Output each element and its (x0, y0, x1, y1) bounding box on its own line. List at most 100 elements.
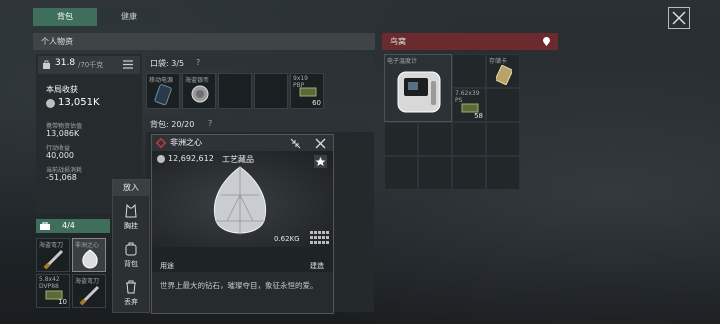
nest-empty-slot[interactable] (486, 88, 520, 122)
item-category: 工艺藏品 (222, 155, 254, 164)
round-income-value: 13,051K (58, 97, 100, 108)
ammo-count: 10 (58, 298, 67, 306)
backpack-help-icon[interactable]: ? (208, 119, 212, 128)
backpack-icon (125, 242, 137, 256)
vest-icon (125, 204, 137, 218)
nest-empty-slot[interactable] (452, 54, 486, 88)
collapse-icon[interactable] (290, 138, 301, 149)
safebox-slot-1[interactable]: 海盗弯刀 (36, 238, 70, 272)
pocket-slot-5[interactable]: 9x19 PBP 60 (290, 73, 324, 109)
menu-item-label: 丢弃 (124, 298, 138, 306)
pocket-help-icon[interactable]: ? (196, 58, 200, 67)
tab-health[interactable]: 健康 (97, 8, 161, 26)
size-grid-icon (310, 231, 329, 244)
usage-label: 用途 (160, 262, 174, 270)
nest-empty-slot[interactable] (452, 156, 486, 190)
action-income: 40,000 (46, 151, 74, 160)
round-income: 13,051K (46, 97, 136, 112)
menu-item-label: 胸挂 (124, 222, 138, 230)
item-weight: 0.62KG (274, 235, 300, 243)
nest-empty-slot[interactable] (486, 122, 520, 156)
item-detail-popup: 非洲之心 12,692,612 工艺藏品 0.62KG 用途 建造 世界上最大的… (151, 134, 334, 314)
menu-item-vest[interactable]: 胸挂 (113, 204, 149, 234)
nest-empty-slot[interactable] (384, 156, 418, 190)
nest-item-thermometer[interactable]: 电子温度计 (384, 54, 452, 122)
rarity-diamond-icon (156, 138, 166, 148)
carried-value: 13,086K (46, 129, 80, 138)
safebox-slot-4[interactable]: 海盗弯刀 (72, 274, 106, 308)
pocket-header: 口袋: 3/5 ? (146, 56, 374, 70)
nest-empty-slot[interactable] (384, 122, 418, 156)
nest-header: 鸟窝 (382, 33, 558, 50)
item-label: 移动电源 (149, 77, 174, 84)
power-bank-icon (154, 84, 172, 106)
safebox-count: 4/4 (62, 221, 75, 230)
ammo-sub: DVP88 (39, 283, 59, 290)
context-menu: 放入 胸挂 背包 丢弃 (112, 179, 150, 313)
nest-item-ammo[interactable]: 7.62x39 PS 58 (452, 88, 486, 122)
nest-empty-slot[interactable] (452, 122, 486, 156)
list-icon[interactable] (123, 60, 133, 69)
item-label: 电子温度计 (387, 58, 418, 65)
pocket-slot-3[interactable] (218, 73, 252, 109)
pocket-slot-1[interactable]: 移动电源 (146, 73, 180, 109)
nest-empty-slot[interactable] (418, 156, 452, 190)
silver-coin-icon (191, 85, 209, 103)
close-button[interactable] (668, 7, 690, 29)
backpack-header: 背包: 20/20 ? (146, 117, 374, 131)
ammo-label: 7.62x39 (455, 90, 480, 97)
ammo-label: 5.8x42 (39, 276, 60, 283)
pocket-label: 口袋: 3/5 (150, 59, 185, 68)
nest-empty-slot[interactable] (486, 156, 520, 190)
weight-bar: 31.8 /70千克 (38, 56, 140, 74)
diamond-icon (213, 166, 267, 235)
round-income-label: 本局收获 (46, 85, 78, 94)
nest-empty-slot[interactable] (418, 122, 452, 156)
item-label: 海盗银币 (185, 77, 210, 84)
item-description: 世界上最大的钻石，璀璨夺目，象征永恒的爱。 (160, 281, 318, 290)
trash-icon (126, 280, 136, 294)
nest-item-memory-card[interactable]: 存储卡 (486, 54, 520, 88)
diamond-icon (82, 249, 98, 269)
close-icon[interactable] (315, 138, 326, 149)
current-cost: -51,068 (46, 173, 77, 182)
safebox-slot-3[interactable]: 5.8x42 DVP88 10 (36, 274, 70, 308)
item-description-box: 世界上最大的钻石，璀璨夺目，象征永恒的爱。 (152, 272, 333, 313)
pocket-slot-4[interactable] (254, 73, 288, 109)
coin-icon (157, 155, 165, 163)
ammo-label: 9x19 (293, 75, 309, 82)
star-icon (315, 157, 326, 166)
menu-item-label: 背包 (124, 260, 138, 268)
item-value: 12,692,612 (168, 154, 214, 163)
tab-backpack[interactable]: 背包 (33, 8, 97, 26)
favorite-button[interactable] (314, 155, 327, 168)
safebox-header: 4/4 (36, 219, 110, 233)
menu-item-discard[interactable]: 丢弃 (113, 280, 149, 310)
personal-title: 个人物资 (41, 37, 73, 46)
ammo-count: 58 (474, 112, 483, 120)
menu-item-backpack[interactable]: 背包 (113, 242, 149, 272)
context-menu-title: 放入 (113, 180, 149, 196)
weight-value: 31.8 (55, 58, 76, 68)
item-label: 存储卡 (489, 58, 508, 65)
item-name: 非洲之心 (170, 138, 202, 147)
usage-value: 建造 (310, 262, 324, 270)
nest-title: 鸟窝 (390, 37, 406, 46)
safebox-slot-2[interactable]: 非洲之心 (72, 238, 106, 272)
nest-grid: 电子温度计 存储卡 7.62x39 PS 58 (384, 54, 520, 190)
cutlass-icon (79, 285, 100, 306)
item-detail-header: 非洲之心 (152, 135, 333, 151)
ammo-box-icon (299, 87, 317, 97)
memory-card-icon (496, 65, 512, 85)
weight-max: /70千克 (78, 61, 104, 69)
pocket-slot-2[interactable]: 海盗银币 (182, 73, 216, 109)
backpack-label: 背包: 20/20 (150, 120, 195, 129)
thermometer-device-icon (397, 71, 441, 113)
ammo-count: 60 (312, 99, 321, 107)
coin-icon (46, 99, 55, 108)
item-image-area: 12,692,612 工艺藏品 0.62KG (152, 151, 333, 247)
personal-header: 个人物资 (33, 33, 375, 50)
close-icon (672, 11, 686, 25)
location-pin-icon[interactable] (542, 37, 551, 47)
weight-icon (43, 60, 50, 69)
